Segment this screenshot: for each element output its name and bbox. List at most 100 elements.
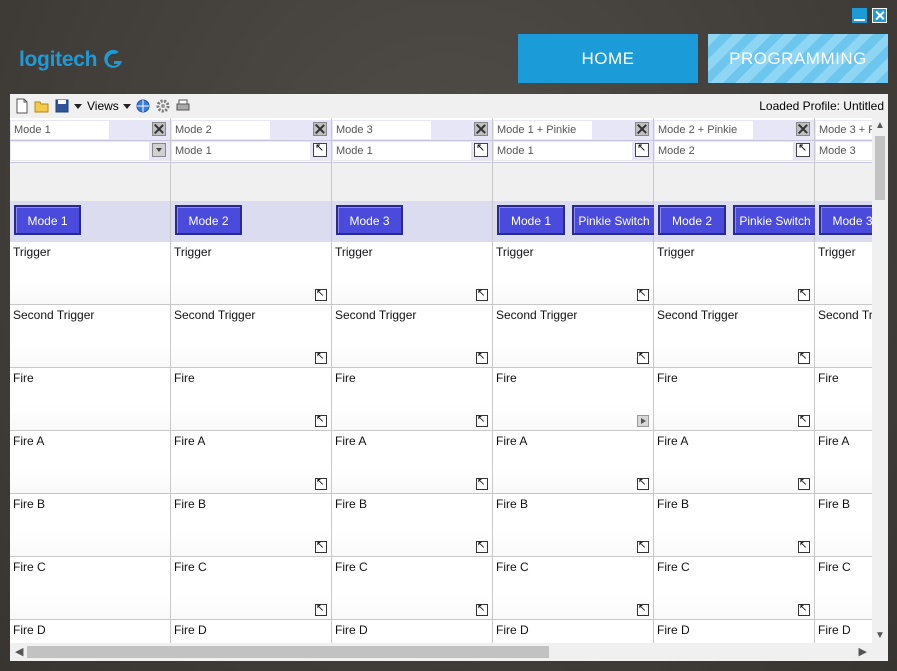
command-cell[interactable]: Fire C [815, 557, 872, 620]
command-cell[interactable]: Fire [493, 368, 653, 431]
scroll-up-icon[interactable]: ▲ [875, 120, 885, 131]
inherit-arrow-icon[interactable] [476, 287, 488, 301]
inherit-arrow-icon[interactable] [798, 287, 810, 301]
home-button[interactable]: HOME [518, 34, 698, 83]
command-cell[interactable]: Fire C [654, 557, 814, 620]
inherit-arrow-icon[interactable] [798, 602, 810, 616]
command-cell[interactable]: Trigger [654, 242, 814, 305]
mode-name-field[interactable]: Mode 2 + Pinkie [655, 121, 753, 139]
command-cell[interactable]: Second Trigger [654, 305, 814, 368]
command-cell[interactable]: Trigger [332, 242, 492, 305]
command-cell[interactable]: Fire [10, 368, 170, 431]
inherit-arrow-icon[interactable] [798, 350, 810, 364]
clear-mode-icon[interactable] [796, 122, 810, 136]
command-cell[interactable]: Second Trigger [332, 305, 492, 368]
command-cell[interactable]: Trigger [815, 242, 872, 305]
command-cell[interactable]: Fire B [171, 494, 331, 557]
play-icon[interactable] [637, 415, 649, 427]
mode-button[interactable]: Mode 1 [14, 205, 81, 235]
clear-mode-icon[interactable] [474, 122, 488, 136]
inherit-arrow-icon[interactable] [315, 287, 327, 301]
command-cell[interactable]: Fire B [10, 494, 170, 557]
mode-name-field[interactable]: Mode 1 [11, 121, 109, 139]
command-cell[interactable]: Fire A [332, 431, 492, 494]
command-cell[interactable]: Fire D [10, 620, 170, 643]
mode-name-field[interactable]: Mode 3 [333, 121, 431, 139]
inherit-arrow-icon[interactable] [798, 539, 810, 553]
inherit-arrow-icon[interactable] [637, 350, 649, 364]
command-cell[interactable]: Trigger [10, 242, 170, 305]
minimize-button[interactable] [852, 8, 867, 23]
command-cell[interactable]: Fire [171, 368, 331, 431]
inherit-arrow-icon[interactable] [474, 141, 488, 157]
command-cell[interactable]: Fire A [654, 431, 814, 494]
inherit-arrow-icon[interactable] [796, 141, 810, 157]
inherit-arrow-icon[interactable] [476, 350, 488, 364]
mode-name-field[interactable]: Mode 3 + Pinkie [816, 121, 872, 139]
globe-icon[interactable] [135, 98, 151, 114]
vertical-scrollbar[interactable]: ▲ ▼ [872, 118, 888, 643]
inherit-arrow-icon[interactable] [315, 602, 327, 616]
dropdown-arrow-icon[interactable] [152, 143, 166, 157]
command-cell[interactable]: Fire B [332, 494, 492, 557]
source-mode-field[interactable]: Mode 1 [333, 142, 471, 160]
open-folder-icon[interactable] [34, 98, 50, 114]
vertical-scroll-thumb[interactable] [875, 136, 885, 200]
inherit-arrow-icon[interactable] [637, 287, 649, 301]
source-mode-field[interactable]: Mode 1 [172, 142, 310, 160]
command-cell[interactable]: Fire D [171, 620, 331, 643]
inherit-arrow-icon[interactable] [476, 476, 488, 490]
clear-mode-icon[interactable] [635, 122, 649, 136]
views-menu[interactable]: Views [87, 99, 119, 113]
save-icon[interactable] [54, 98, 70, 114]
command-cell[interactable]: Second Trigger [815, 305, 872, 368]
command-cell[interactable]: Fire D [654, 620, 814, 643]
command-cell[interactable]: Fire C [493, 557, 653, 620]
gear-icon[interactable] [155, 98, 171, 114]
mode-button[interactable]: Mode 2 [658, 205, 726, 235]
inherit-arrow-icon[interactable] [798, 476, 810, 490]
mode-name-field[interactable]: Mode 2 [172, 121, 270, 139]
command-cell[interactable]: Fire A [815, 431, 872, 494]
command-cell[interactable]: Fire D [815, 620, 872, 643]
close-button[interactable] [872, 8, 887, 23]
command-cell[interactable]: Fire [654, 368, 814, 431]
inherit-arrow-icon[interactable] [315, 476, 327, 490]
scroll-left-icon[interactable]: ◀ [15, 645, 23, 658]
command-cell[interactable]: Fire C [332, 557, 492, 620]
command-cell[interactable]: Second Trigger [493, 305, 653, 368]
command-cell[interactable]: Trigger [171, 242, 331, 305]
command-cell[interactable]: Fire C [171, 557, 331, 620]
inherit-arrow-icon[interactable] [315, 413, 327, 427]
print-icon[interactable] [175, 98, 191, 114]
command-cell[interactable]: Fire A [493, 431, 653, 494]
save-dropdown-icon[interactable] [74, 103, 82, 109]
command-cell[interactable]: Fire D [493, 620, 653, 643]
inherit-arrow-icon[interactable] [315, 350, 327, 364]
inherit-arrow-icon[interactable] [476, 539, 488, 553]
command-cell[interactable]: Fire [332, 368, 492, 431]
inherit-arrow-icon[interactable] [635, 141, 649, 157]
inherit-arrow-icon[interactable] [476, 413, 488, 427]
mode-name-field[interactable]: Mode 1 + Pinkie [494, 121, 592, 139]
command-cell[interactable]: Second Trigger [171, 305, 331, 368]
new-file-icon[interactable] [14, 98, 30, 114]
command-cell[interactable]: Fire A [10, 431, 170, 494]
source-mode-field[interactable]: Mode 1 [494, 142, 632, 160]
views-dropdown-icon[interactable] [122, 103, 131, 109]
command-cell[interactable]: Fire B [654, 494, 814, 557]
command-cell[interactable]: Fire B [493, 494, 653, 557]
command-cell[interactable]: Fire [815, 368, 872, 431]
source-mode-field[interactable] [11, 142, 149, 160]
clear-mode-icon[interactable] [152, 122, 166, 136]
source-mode-field[interactable]: Mode 2 [655, 142, 793, 160]
command-cell[interactable]: Fire A [171, 431, 331, 494]
command-cell[interactable]: Second Trigger [10, 305, 170, 368]
pinkie-switch-button[interactable]: Pinkie Switch [733, 205, 817, 235]
clear-mode-icon[interactable] [313, 122, 327, 136]
inherit-arrow-icon[interactable] [476, 602, 488, 616]
command-cell[interactable]: Fire C [10, 557, 170, 620]
mode-button[interactable]: Mode 3 [336, 205, 403, 235]
command-cell[interactable]: Fire D [332, 620, 492, 643]
mode-button[interactable]: Mode 3 [819, 205, 872, 235]
